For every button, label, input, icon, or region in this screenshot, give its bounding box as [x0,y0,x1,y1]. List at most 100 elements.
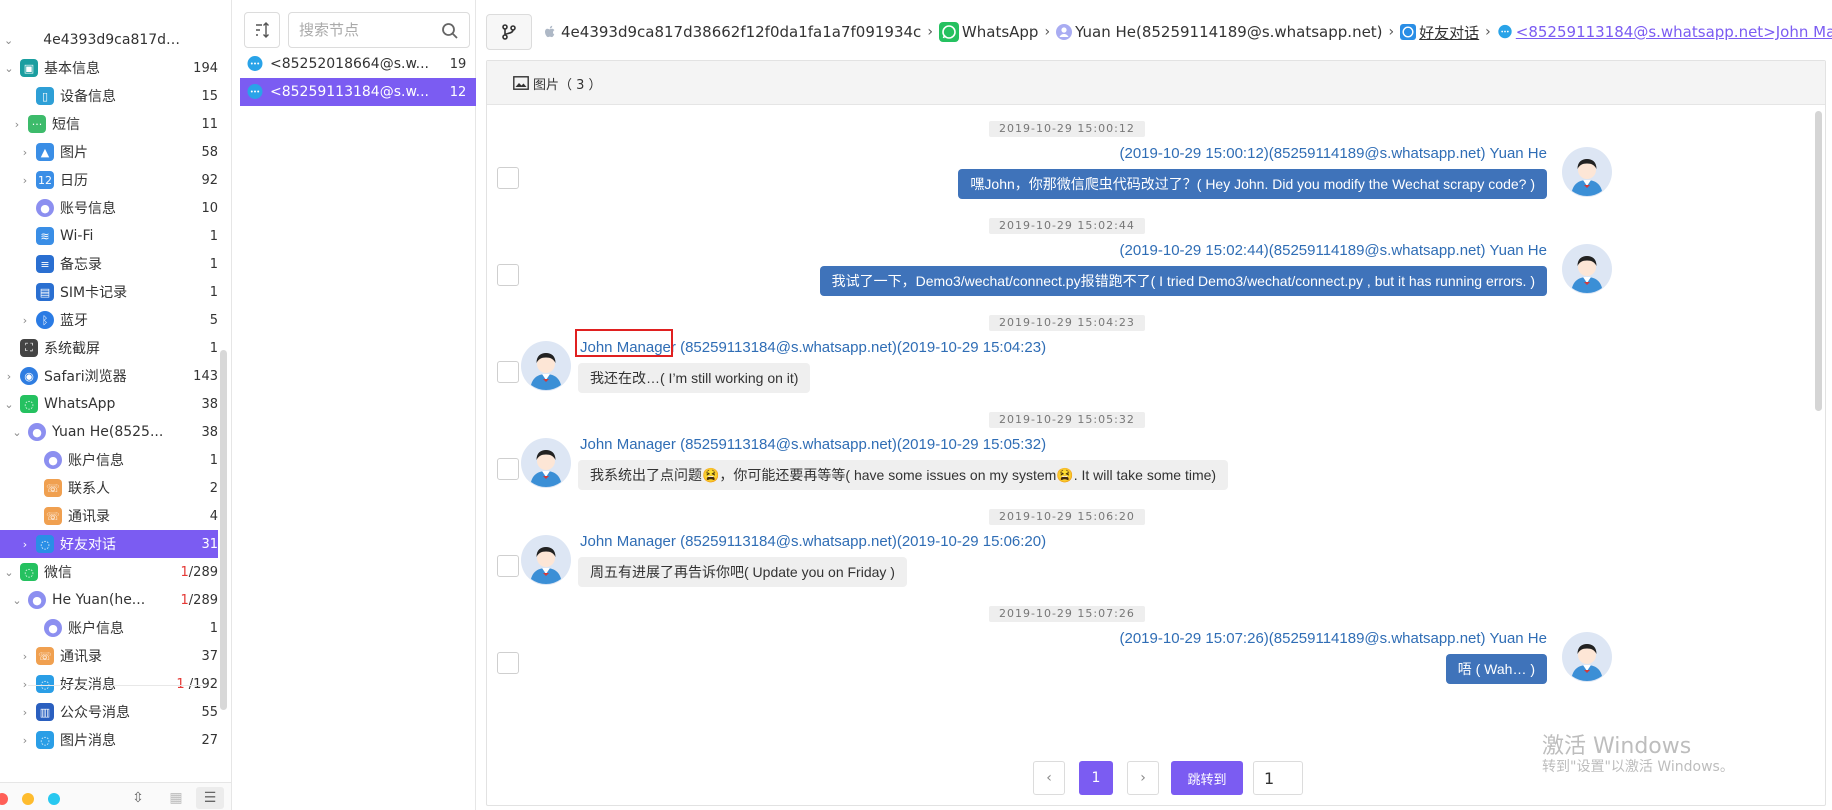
breadcrumb-app[interactable]: WhatsApp [938,22,1038,42]
message-bubble[interactable]: 我系统出了点问题😫，你可能还要再等等( have some issues on … [578,460,1229,490]
sim-icon: ▤ [36,283,54,301]
chevron-right-icon[interactable]: › [20,678,30,691]
contacts-icon: ☏ [36,647,54,665]
breadcrumb-section-label: 好友对话 [1419,23,1480,42]
message-bubble[interactable]: 我试了一下，Demo3/wechat/connect.py报错跑不了( I tr… [819,266,1547,296]
tree-item[interactable]: › ◌ 好友消息 1 /192 [0,670,218,698]
message-bubble[interactable]: 我还在改…( I’m still working on it) [578,363,811,393]
highlight-annotation [575,329,673,357]
message-checkbox[interactable] [497,264,519,286]
breadcrumb-section[interactable]: 好友对话 [1400,22,1479,43]
branch-button[interactable] [486,14,532,50]
maximize-dot-icon[interactable] [48,793,60,805]
tree-item-label: 账户信息 [68,453,124,469]
tree-item[interactable]: ● 账户信息 1 [0,446,218,474]
tree-item[interactable]: ⛶ 系统截屏 1 [0,334,218,362]
tree-item-count: 31 [201,536,218,552]
chevron-down-icon[interactable]: ⌄ [4,34,13,47]
tree-item[interactable]: ≡ 备忘录 1 [0,250,218,278]
tree-item[interactable]: › ··· 短信 11 [0,110,218,138]
chevron-right-icon[interactable]: › [20,706,30,719]
tree-item[interactable]: ● 账户信息 1 [0,614,218,642]
tree-item[interactable]: › ☏ 通讯录 37 [0,642,218,670]
tab-images[interactable]: 图片（ 3 ） [513,73,602,93]
tree-item[interactable]: ☏ 联系人 2 [0,474,218,502]
chevron-right-icon[interactable]: › [20,650,30,663]
breadcrumb-account-label: Yuan He(85259114189@s.whatsapp.net) [1075,23,1383,41]
minimize-dot-icon[interactable] [22,793,34,805]
tree-item-label: 图片 [60,145,88,161]
sender-name-link[interactable]: John Manager [580,533,676,550]
chevron-right-icon[interactable]: › [20,174,30,187]
tree-item[interactable]: › ◌ 好友对话 31 [0,530,218,558]
grid-view-icon[interactable]: ▦ [162,787,190,809]
message-checkbox[interactable] [497,652,519,674]
chevron-right-icon[interactable]: › [20,538,30,551]
prev-page-button[interactable]: ‹ [1033,761,1065,795]
tree-item[interactable]: ▯ 设备信息 15 [0,82,218,110]
chevron-down-icon[interactable]: ⌄ [12,594,22,607]
close-dot-icon[interactable] [0,793,8,805]
chevron-right-icon[interactable]: › [12,118,22,131]
tree-item-count: 1 [209,452,218,468]
tree-item[interactable]: ⌄ ● Yuan He(8525... 38 [0,418,218,446]
chevron-right-icon[interactable]: › [20,314,30,327]
breadcrumb-chat[interactable]: <85259113184@s.whatsapp.net>John Manager [1497,23,1832,41]
chevron-right-icon[interactable]: › [20,146,30,159]
tree-item[interactable]: › ▥ 公众号消息 55 [0,698,218,726]
tree-item-label: SIM卡记录 [60,285,128,301]
message-checkbox[interactable] [497,458,519,480]
chevron-down-icon[interactable]: ⌄ [4,566,14,579]
tree-item[interactable]: ⌄ ▣ 基本信息 194 [0,54,218,82]
tree-item[interactable]: ⌄ 4e4393d9ca817d3866... [0,26,218,54]
tree-item[interactable]: › 12 日历 92 [0,166,218,194]
chevron-down-icon[interactable]: ⌄ [4,62,14,75]
goto-page-button[interactable]: 跳转到 [1171,761,1243,795]
sort-button[interactable] [244,12,280,48]
next-page-button[interactable]: › [1127,761,1159,795]
list-view-icon[interactable]: ☰ [196,787,224,809]
message-scrollbar[interactable] [1815,111,1822,411]
chat-bubble-icon [247,84,263,99]
message-sender: (2019-10-29 15:02:44)(85259114189@s.what… [1119,242,1548,259]
tree-item-count: 2 [209,480,218,496]
sender-name-link[interactable]: John Manager [580,436,676,453]
search-input[interactable] [299,13,439,47]
message-checkbox[interactable] [497,167,519,189]
chevron-right-icon[interactable]: › [4,370,14,383]
tree-item[interactable]: › ◌ 图片消息 27 [0,726,218,754]
tree-item-count: 1/289 [162,593,218,608]
tree-item[interactable]: ⌄ ◌ WhatsApp 38 [0,390,218,418]
tree-item[interactable]: › ᛒ 蓝牙 5 [0,306,218,334]
chat-list-item-selected[interactable]: <85259113184@s.w... 12 [240,78,476,106]
tree-item[interactable]: ≋ Wi-Fi 1 [0,222,218,250]
tree-item[interactable]: ⌄ ◌ 微信 1/289 [0,558,218,586]
tree-item[interactable]: ⌄ ● He Yuan(he... 1/289 [0,586,218,614]
collapse-icon[interactable]: ⇳ [124,787,152,809]
goto-page-input[interactable]: 1 [1253,761,1303,795]
chat-list-item[interactable]: <85252018664@s.w... 19 [240,50,476,78]
tree-item[interactable]: ● 账号信息 10 [0,194,218,222]
chevron-down-icon[interactable]: ⌄ [4,398,14,411]
breadcrumb-account[interactable]: Yuan He(85259114189@s.whatsapp.net) [1056,23,1383,41]
tree-item[interactable]: › ▲ 图片 58 [0,138,218,166]
chevron-down-icon[interactable]: ⌄ [12,426,22,439]
chat-list-label: <85252018664@s.w... [270,56,429,72]
breadcrumb-device[interactable]: 4e4393d9ca817d38662f12f0da1fa1a7f091934c [542,23,921,41]
current-page-button[interactable]: 1 [1079,761,1113,795]
message-checkbox[interactable] [497,361,519,383]
tree-item[interactable]: › ◉ Safari浏览器 143 [0,362,218,390]
tree-item[interactable]: ▤ SIM卡记录 1 [0,278,218,306]
tree-item-label: 公众号消息 [60,705,130,721]
message-bubble[interactable]: 唔 ( Wah… ) [1445,654,1547,684]
tree-scrollbar[interactable] [220,350,227,710]
chevron-right-icon[interactable]: › [20,734,30,747]
safari-icon: ◉ [20,367,38,385]
message-checkbox[interactable] [497,555,519,577]
search-icon[interactable] [441,22,459,40]
breadcrumb: 4e4393d9ca817d38662f12f0da1fa1a7f091934c… [542,20,1832,44]
message-bubble[interactable]: 嘿John，你那微信爬虫代码改过了？( Hey John. Did you mo… [958,169,1547,199]
message-bubble[interactable]: 周五有进展了再告诉你吧( Update you on Friday ) [578,557,907,587]
tree-item[interactable]: ☏ 通讯录 4 [0,502,218,530]
tree-item-count: 1 [209,620,218,636]
